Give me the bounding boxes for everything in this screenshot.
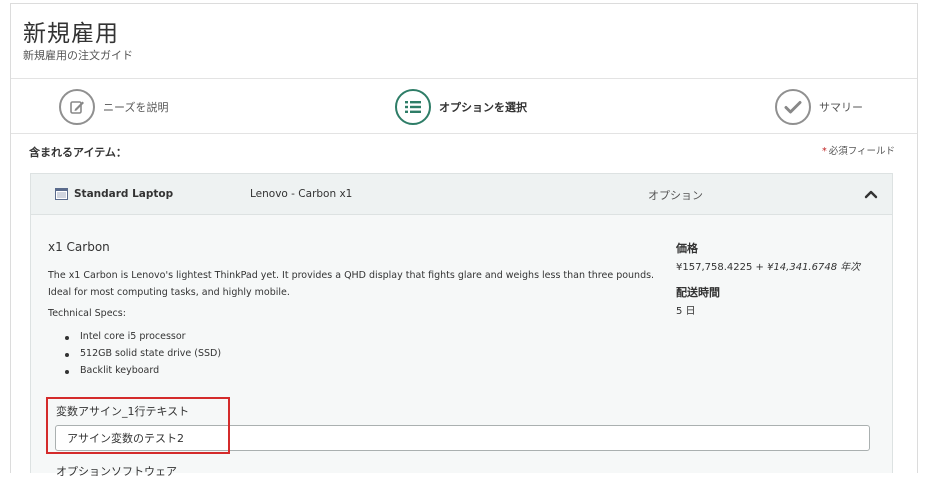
step-summary[interactable]: サマリー <box>775 88 863 126</box>
required-asterisk: * <box>821 146 827 157</box>
checkmark-icon <box>775 89 811 125</box>
page-title: 新規雇用 <box>23 21 119 47</box>
specs-list: Intel core i5 processor 512GB solid stat… <box>65 331 221 382</box>
delivery-heading: 配送時間 <box>676 286 720 299</box>
product-title: x1 Carbon <box>48 240 110 254</box>
price-value: ¥157,758.4225 + ¥14,341.6748 年次 <box>676 258 860 273</box>
list-item: Backlit keyboard <box>65 365 221 382</box>
single-line-text-label: 変数アサイン_1行テキスト <box>56 405 190 418</box>
single-line-text-input[interactable] <box>55 425 870 451</box>
content-area: 含まれるアイテム： * 必須フィールド Standard Laptop Lenov… <box>11 135 917 478</box>
list-icon <box>395 89 431 125</box>
page-subtitle: 新規雇用の注文ガイド <box>23 49 133 62</box>
edit-icon <box>59 89 95 125</box>
step-progress-bar: ニーズを説明 オプションを選択 サマリー <box>11 80 917 134</box>
item-panel: Standard Laptop Lenovo - Carbon x1 オプション… <box>30 173 893 478</box>
laptop-icon <box>55 188 68 200</box>
step-describe-needs[interactable]: ニーズを説明 <box>59 88 168 126</box>
item-panel-header[interactable]: Standard Laptop Lenovo - Carbon x1 オプション <box>31 174 892 215</box>
order-guide-frame: 新規雇用 新規雇用の注文ガイド ニーズを説明 オプションを選択 サマリー 含まれ… <box>10 3 918 478</box>
required-field-note: * 必須フィールド <box>822 143 895 157</box>
optional-software-label: オプションソフトウェア <box>56 465 177 478</box>
specs-heading: Technical Specs: <box>48 308 126 319</box>
delivery-value: 5 日 <box>676 306 696 317</box>
chevron-up-icon[interactable] <box>864 188 878 200</box>
price-one-time: ¥157,758.4225 <box>676 262 753 273</box>
page-header: 新規雇用 新規雇用の注文ガイド <box>11 4 917 79</box>
step-label: ニーズを説明 <box>103 101 169 114</box>
list-item: 512GB solid state drive (SSD) <box>65 348 221 365</box>
item-option-label: オプション <box>648 189 703 202</box>
included-items-heading: 含まれるアイテム： <box>29 146 127 159</box>
price-heading: 価格 <box>676 242 698 255</box>
step-label: オプションを選択 <box>439 101 527 114</box>
product-description: The x1 Carbon is Lenovo's lightest Think… <box>48 270 655 298</box>
list-item: Intel core i5 processor <box>65 331 221 348</box>
required-field-label: 必須フィールド <box>828 146 895 157</box>
item-name: Standard Laptop <box>74 188 174 200</box>
price-recurring: + ¥14,341.6748 年次 <box>752 262 861 273</box>
item-model: Lenovo - Carbon x1 <box>250 188 353 200</box>
step-choose-options[interactable]: オプションを選択 <box>395 88 527 126</box>
step-label: サマリー <box>819 101 863 114</box>
